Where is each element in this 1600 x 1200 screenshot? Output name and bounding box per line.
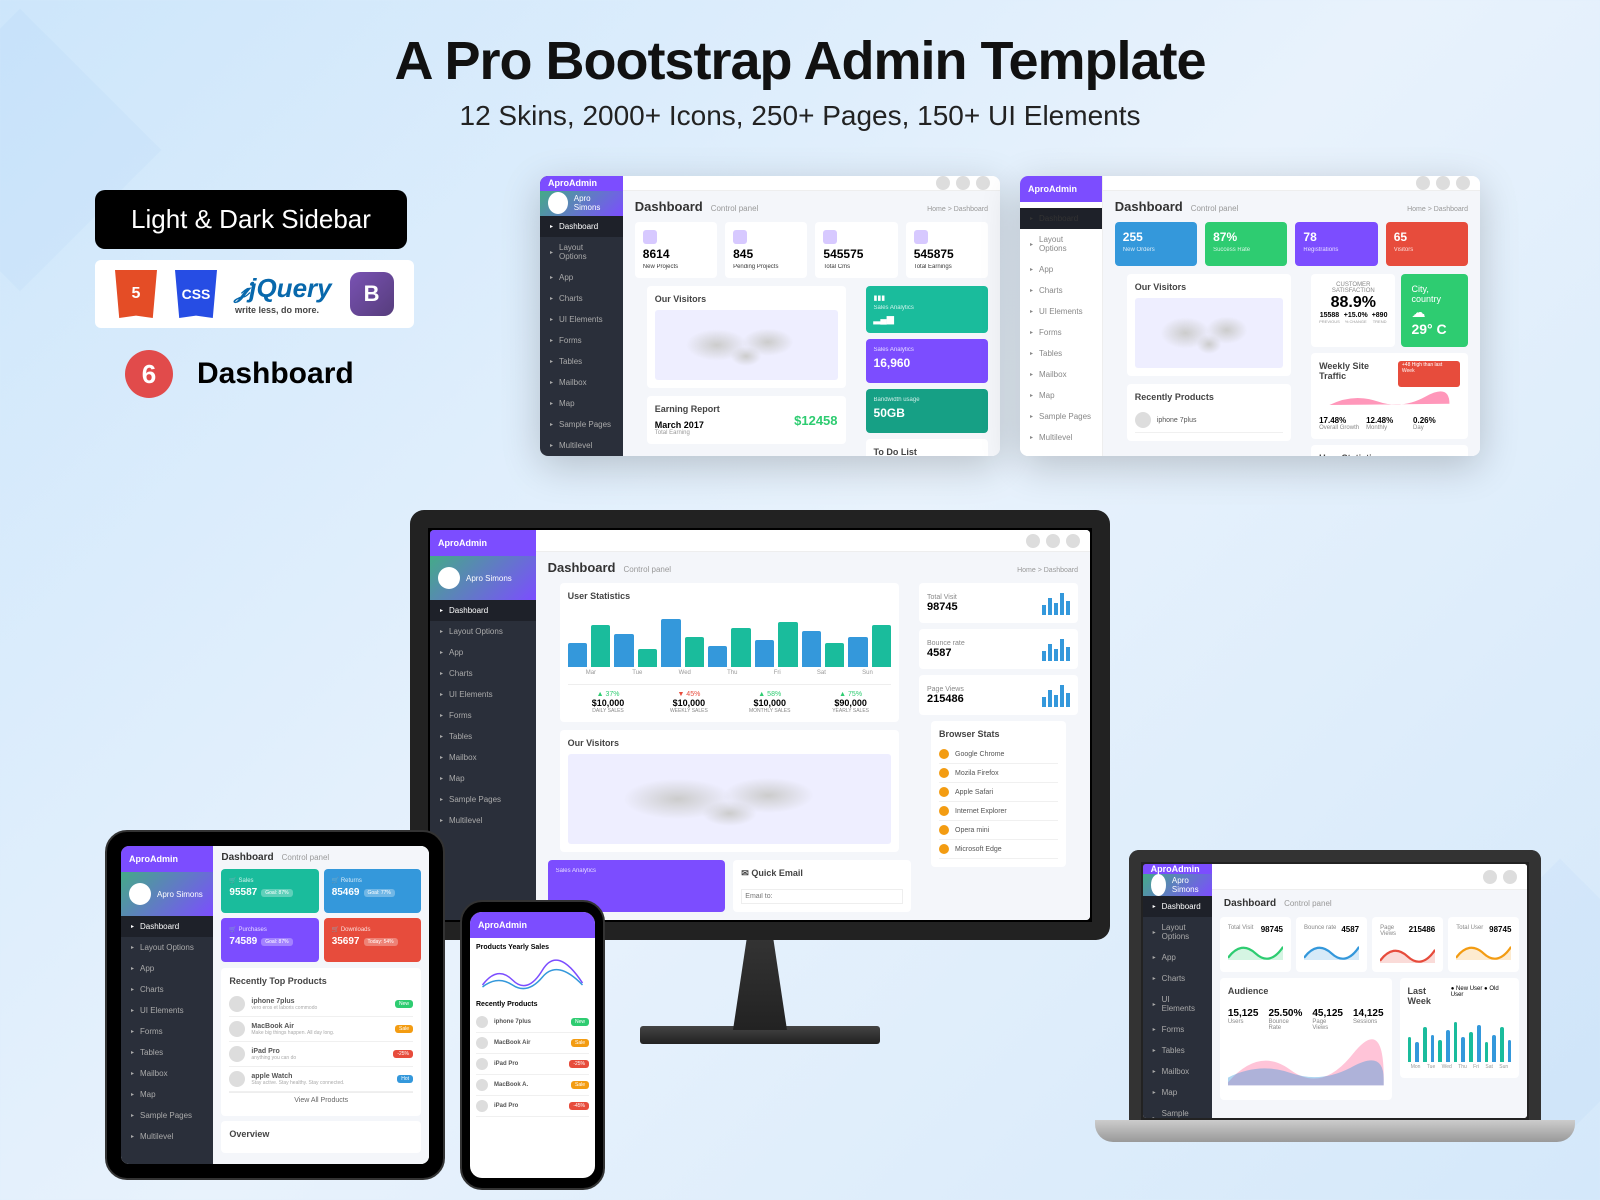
sidebar-item-mailbox[interactable]: Mailbox — [1143, 1061, 1212, 1082]
preview-phone: AproAdmin Products Yearly Sales Recently… — [460, 900, 605, 1190]
hero-subtitle: 12 Skins, 2000+ Icons, 250+ Pages, 150+ … — [0, 100, 1600, 132]
sidebar-item-forms[interactable]: Forms — [540, 330, 623, 351]
sidebar-item-mailbox[interactable]: Mailbox — [430, 747, 536, 768]
avatar — [548, 192, 568, 214]
sidebar-item-mailbox[interactable]: Mailbox — [1020, 364, 1102, 385]
sidebar-item-sample-pages[interactable]: Sample Pages — [540, 414, 623, 435]
sidebar-item-app[interactable]: App — [1143, 947, 1212, 968]
sidebar-item-charts[interactable]: Charts — [430, 663, 536, 684]
sidebar-item-tables[interactable]: Tables — [430, 726, 536, 747]
sidebar-item-dashboard[interactable]: Dashboard — [430, 600, 536, 621]
user-statistics-chart[interactable] — [568, 607, 891, 667]
user-icon[interactable] — [1436, 176, 1450, 190]
breadcrumb[interactable]: Home > Dashboard — [927, 206, 988, 213]
sidebar-item-ui-elements[interactable]: UI Elements — [121, 1000, 213, 1021]
sidebar-item-sample-pages[interactable]: Sample Pages — [430, 789, 536, 810]
bootstrap-icon: B — [350, 272, 394, 316]
sidebar-item-charts[interactable]: Charts — [1143, 968, 1212, 989]
sidebar-item-app[interactable]: App — [121, 958, 213, 979]
brand-logo: AproAdmin — [540, 176, 623, 191]
sidebar-item-app[interactable]: App — [1020, 259, 1102, 280]
sidebar-item-map[interactable]: Map — [121, 1084, 213, 1105]
dashboard-count-label: Dashboard — [197, 357, 354, 391]
list-item[interactable]: iphone 7plusvero eros et laboris commodo… — [229, 992, 413, 1017]
sidebar-item-charts[interactable]: Charts — [540, 288, 623, 309]
tech-logos: 5 CSS 𝒿jQuerywrite less, do more. B — [95, 260, 414, 328]
user-icon[interactable] — [956, 176, 970, 190]
lastweek-chart[interactable] — [1408, 1012, 1512, 1062]
world-map[interactable] — [568, 754, 891, 844]
page-title: Dashboard — [635, 199, 703, 214]
sidebar-item-map[interactable]: Map — [540, 393, 623, 414]
sidebar-item-layout-options[interactable]: Layout Options — [430, 621, 536, 642]
preview-laptop: AproAdmin Apro Simons DashboardLayout Op… — [1095, 850, 1575, 1180]
sidebar-item-dashboard[interactable]: Dashboard — [1020, 208, 1102, 229]
world-map[interactable] — [655, 310, 838, 380]
notification-icon[interactable] — [936, 176, 950, 190]
sidebar-item-mailbox[interactable]: Mailbox — [540, 372, 623, 393]
preview-dashboard-1: AproAdmin Apro Simons DashboardLayout Op… — [540, 176, 1000, 456]
sidebar-item-forms[interactable]: Forms — [121, 1021, 213, 1042]
sidebar-item-ui-elements[interactable]: UI Elements — [1143, 989, 1212, 1019]
sidebar-item-dashboard[interactable]: Dashboard — [1143, 896, 1212, 917]
brand-logo: AproAdmin — [1020, 176, 1102, 202]
sidebar-item-tables[interactable]: Tables — [540, 351, 623, 372]
preview-tablet: AproAdmin Apro Simons DashboardLayout Op… — [105, 830, 445, 1180]
sidebar-item-multilevel[interactable]: Multilevel — [121, 1126, 213, 1147]
sidebar-item-map[interactable]: Map — [430, 768, 536, 789]
hero-title: A Pro Bootstrap Admin Template — [0, 30, 1600, 92]
list-item[interactable]: MacBook AirMake big things happen. All d… — [229, 1017, 413, 1042]
preview-dashboard-2: AproAdmin DashboardLayout OptionsAppChar… — [1020, 176, 1480, 456]
list-item[interactable]: iPad Proanything you can do-25% — [229, 1042, 413, 1067]
audience-chart[interactable] — [1228, 1037, 1384, 1087]
list-item[interactable]: apple WatchStay active. Stay healthy. St… — [229, 1067, 413, 1092]
sidebar-item-map[interactable]: Map — [1143, 1082, 1212, 1103]
sidebar-item-charts[interactable]: Charts — [121, 979, 213, 1000]
notification-icon[interactable] — [1416, 176, 1430, 190]
sidebar-item-charts[interactable]: Charts — [1020, 280, 1102, 301]
sidebar-item-forms[interactable]: Forms — [430, 705, 536, 726]
settings-icon[interactable] — [1456, 176, 1470, 190]
sidebar-item-layout-options[interactable]: Layout Options — [121, 937, 213, 958]
world-map[interactable] — [1135, 298, 1283, 368]
sidebar-item-layout-options[interactable]: Layout Options — [1143, 917, 1212, 947]
view-all-button[interactable]: View All Products — [229, 1092, 413, 1108]
sidebar-item-tables[interactable]: Tables — [1020, 343, 1102, 364]
sidebar-item-map[interactable]: Map — [1020, 385, 1102, 406]
sidebar-item-ui-elements[interactable]: UI Elements — [1020, 301, 1102, 322]
sidebar-item-ui-elements[interactable]: UI Elements — [430, 684, 536, 705]
email-input[interactable] — [741, 889, 903, 904]
jquery-icon: 𝒿jQuerywrite less, do more. — [235, 273, 332, 315]
dashboard-count-row: 6 Dashboard — [125, 350, 354, 398]
sidebar-item-forms[interactable]: Forms — [1020, 322, 1102, 343]
sidebar-item-multilevel[interactable]: Multilevel — [430, 810, 536, 831]
sidebar-item-multilevel[interactable]: Multilevel — [540, 435, 623, 456]
yearly-sales-chart[interactable] — [476, 955, 589, 995]
sidebar-item-ui-elements[interactable]: UI Elements — [540, 309, 623, 330]
sidebar-item-sample-pages[interactable]: Sample Pages — [1020, 406, 1102, 427]
sidebar-mode-pill: Light & Dark Sidebar — [95, 190, 407, 249]
sidebar-item-app[interactable]: App — [430, 642, 536, 663]
sidebar-item-tables[interactable]: Tables — [121, 1042, 213, 1063]
sidebar-item-tables[interactable]: Tables — [1143, 1040, 1212, 1061]
sidebar-item-forms[interactable]: Forms — [1143, 1019, 1212, 1040]
sidebar-item-multilevel[interactable]: Multilevel — [1020, 427, 1102, 448]
css3-icon: CSS — [175, 270, 217, 318]
sidebar-item-app[interactable]: App — [540, 267, 623, 288]
dashboard-count-badge: 6 — [125, 350, 173, 398]
sidebar-item-dashboard[interactable]: Dashboard — [121, 916, 213, 937]
html5-icon: 5 — [115, 270, 157, 318]
sidebar-item-sample-pages[interactable]: Sample Pages — [121, 1105, 213, 1126]
sidebar-item-dashboard[interactable]: Dashboard — [540, 216, 623, 237]
sidebar-item-layout-options[interactable]: Layout Options — [540, 237, 623, 267]
sidebar-item-layout-options[interactable]: Layout Options — [1020, 229, 1102, 259]
sidebar-item-sample-pages[interactable]: Sample Pages — [1143, 1103, 1212, 1118]
settings-icon[interactable] — [976, 176, 990, 190]
sidebar-item-mailbox[interactable]: Mailbox — [121, 1063, 213, 1084]
